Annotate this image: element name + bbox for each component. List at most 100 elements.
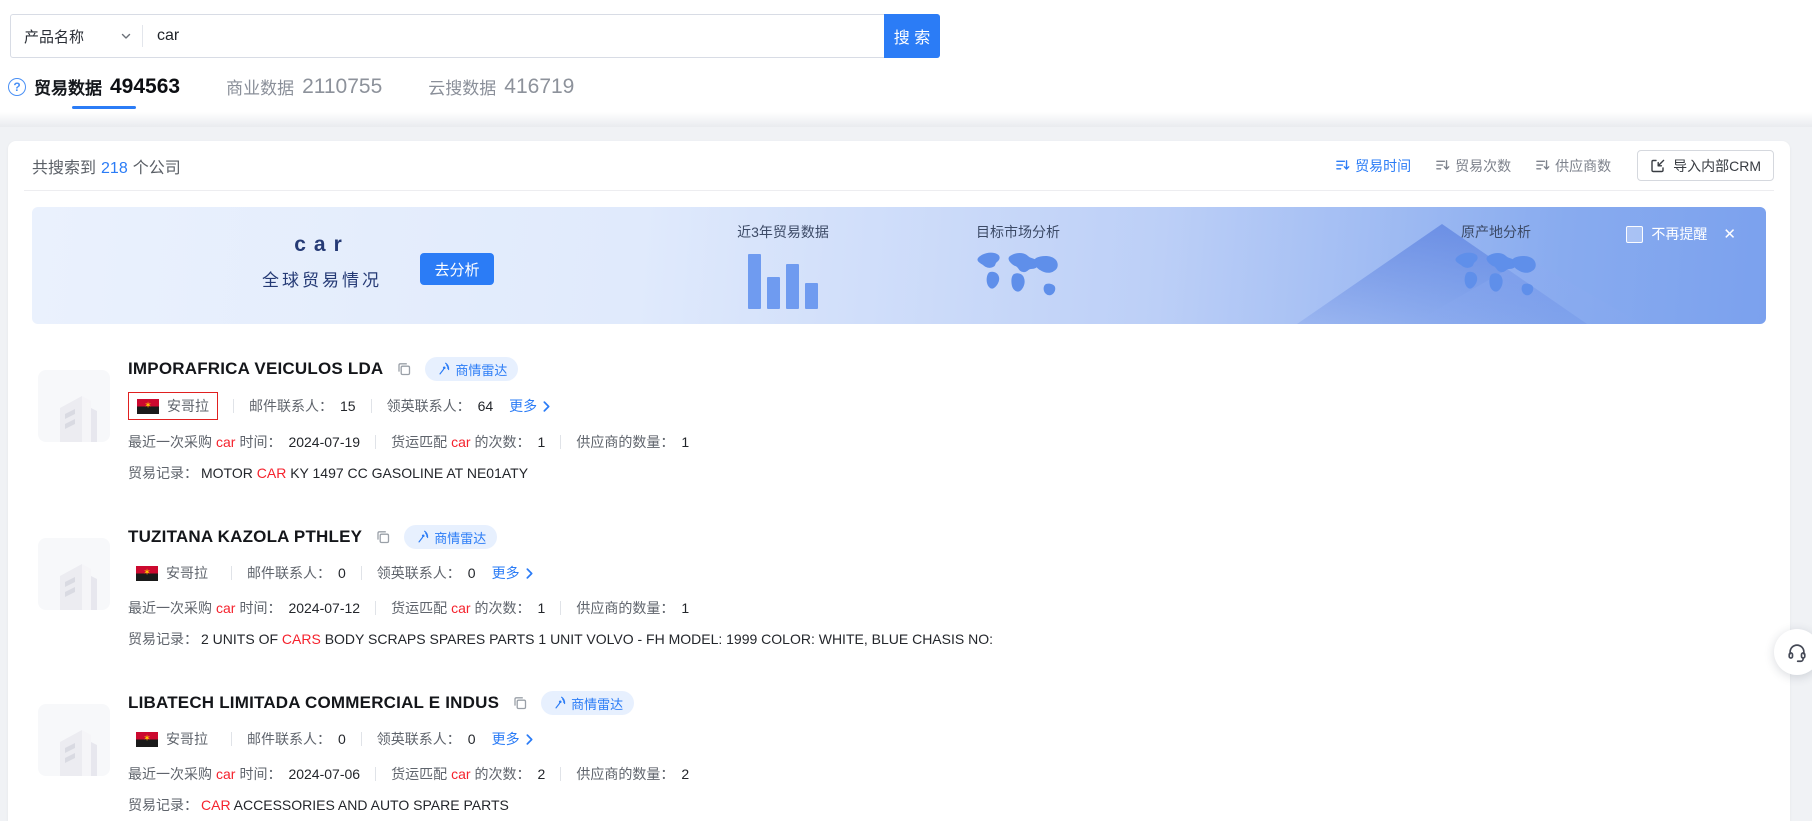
radar-icon [415,530,429,544]
company-thumbnail[interactable] [38,704,110,776]
linkedin-contacts-count: 0 [468,565,476,581]
purchase-date: 2024-07-19 [288,434,360,450]
banner-column-label: 目标市场分析 [943,222,1093,242]
email-contacts-count: 15 [340,398,356,414]
company-thumbnail[interactable] [38,370,110,442]
company-card: IMPORAFRICA VEICULOS LDA [38,357,1790,483]
linkedin-contacts-label: 领英联系人： [377,729,461,749]
tab-cloud-search-data[interactable]: 云搜数据 416719 [428,74,574,99]
company-name[interactable]: IMPORAFRICA VEICULOS LDA [128,359,383,379]
question-icon[interactable]: ? [8,78,26,96]
more-label: 更多 [492,563,520,583]
purchase-date: 2024-07-06 [288,766,360,782]
divider [560,767,561,781]
divider [231,566,232,580]
linkedin-contacts-count: 64 [478,398,494,414]
data-tabs: ? 贸易数据 494563 商业数据 2110755 云搜数据 416719 [0,58,1812,99]
copy-icon[interactable] [375,529,391,545]
supplier-label: 供应商的数量： [576,764,674,784]
supplier-count: 1 [681,600,689,616]
copy-icon[interactable] [512,695,528,711]
sort-supplier-count[interactable]: 供应商数 [1535,156,1611,176]
purchase-label-pre: 最近一次采购 [128,432,212,452]
divider [560,601,561,615]
chevron-right-icon [523,733,536,746]
building-icon [46,718,102,776]
company-thumbnail[interactable] [38,538,110,610]
country-name: 安哥拉 [167,396,209,416]
company-name[interactable]: TUZITANA KAZOLA PTHLEY [128,527,362,547]
country-tag: ✶ 安哥拉 [128,726,216,752]
linkedin-contacts-label: 领英联系人： [387,396,471,416]
email-contacts-label: 邮件联系人： [249,396,333,416]
trade-record-label: 贸易记录： [128,629,198,649]
results-toolbar: 共搜索到218个公司 贸易时间 贸易次数 [8,141,1790,190]
match-label-pre: 货运匹配 [391,432,447,452]
import-crm-button[interactable]: 导入内部CRM [1637,150,1774,181]
record-post: ACCESSORIES AND AUTO SPARE PARTS [231,797,509,813]
trade-record-text: 2 UNITS OF CARS BODY SCRAPS SPARES PARTS… [201,631,993,647]
world-map-icon [1448,248,1544,308]
building-icon [46,552,102,610]
purchase-label-post: 时间： [239,432,281,452]
keyword-highlight: car [451,766,470,782]
sort-trade-count[interactable]: 贸易次数 [1435,156,1511,176]
more-link[interactable]: 更多 [492,563,536,583]
linkedin-contacts-count: 0 [468,731,476,747]
tab-business-data[interactable]: 商业数据 2110755 [226,74,382,99]
dont-remind-checkbox[interactable] [1626,226,1643,243]
sort-trade-time[interactable]: 贸易时间 [1335,156,1411,176]
trade-analysis-banner: car 全球贸易情况 去分析 近3年贸易数据 目标市场分析 [32,207,1766,324]
divider [233,399,234,413]
sort-descending-icon [1335,158,1350,173]
purchase-date: 2024-07-12 [288,600,360,616]
tab-trade-data[interactable]: ? 贸易数据 494563 [8,74,180,99]
business-radar-badge[interactable]: 商情雷达 [541,691,634,715]
top-header: 产品名称 搜 索 ? 贸易数据 494563 商业数据 2110755 云搜数据… [0,0,1812,112]
result-suffix: 个公司 [133,160,181,177]
country-name: 安哥拉 [166,563,208,583]
toolbar-divider [24,190,1774,191]
business-radar-badge[interactable]: 商情雷达 [425,357,518,381]
banner-column-trade-3y: 近3年贸易数据 [708,222,858,309]
copy-icon[interactable] [396,361,412,377]
email-contacts-label: 邮件联系人： [247,563,331,583]
customer-service-button[interactable] [1774,629,1812,675]
search-input[interactable] [143,15,939,57]
more-link[interactable]: 更多 [492,729,536,749]
banner-column-origin: 原产地分析 [1421,222,1571,311]
record-post: BODY SCRAPS SPARES PARTS 1 UNIT VOLVO - … [321,631,993,647]
purchase-label-post: 时间： [239,598,281,618]
banner-keyword-block: car 全球贸易情况 [232,233,412,291]
result-prefix: 共搜索到 [32,160,96,177]
search-category-label: 产品名称 [24,26,84,47]
search-category-select[interactable]: 产品名称 [11,15,142,57]
angola-flag-icon: ✶ [136,566,158,581]
divider [361,732,362,746]
country-tag-highlighted[interactable]: ✶ 安哥拉 [128,392,218,420]
business-radar-badge[interactable]: 商情雷达 [404,525,497,549]
supplier-label: 供应商的数量： [576,598,674,618]
tab-count: 2110755 [302,75,382,99]
keyword-highlight: car [451,434,470,450]
match-label-post: 的次数： [475,598,531,618]
badge-label: 商情雷达 [455,360,507,379]
more-link[interactable]: 更多 [509,396,553,416]
header-shadow [0,112,1812,127]
analyze-button[interactable]: 去分析 [420,253,494,285]
divider [231,732,232,746]
company-name[interactable]: LIBATECH LIMITADA COMMERCIAL E INDUS [128,693,499,713]
banner-column-label: 近3年贸易数据 [708,222,858,242]
trade-record-text: CAR ACCESSORIES AND AUTO SPARE PARTS [201,797,509,813]
search-button[interactable]: 搜 索 [884,14,940,58]
tab-label: 云搜数据 [428,74,496,99]
chevron-down-icon [120,30,132,42]
close-icon[interactable]: ✕ [1723,225,1736,243]
banner-dismiss-controls: 不再提醒 ✕ [1626,224,1736,244]
linkedin-contacts-label: 领英联系人： [377,563,461,583]
keyword-highlight: car [216,766,235,782]
sort-label: 贸易次数 [1455,156,1511,176]
badge-label: 商情雷达 [434,528,486,547]
match-count: 1 [538,600,546,616]
match-count: 2 [538,766,546,782]
